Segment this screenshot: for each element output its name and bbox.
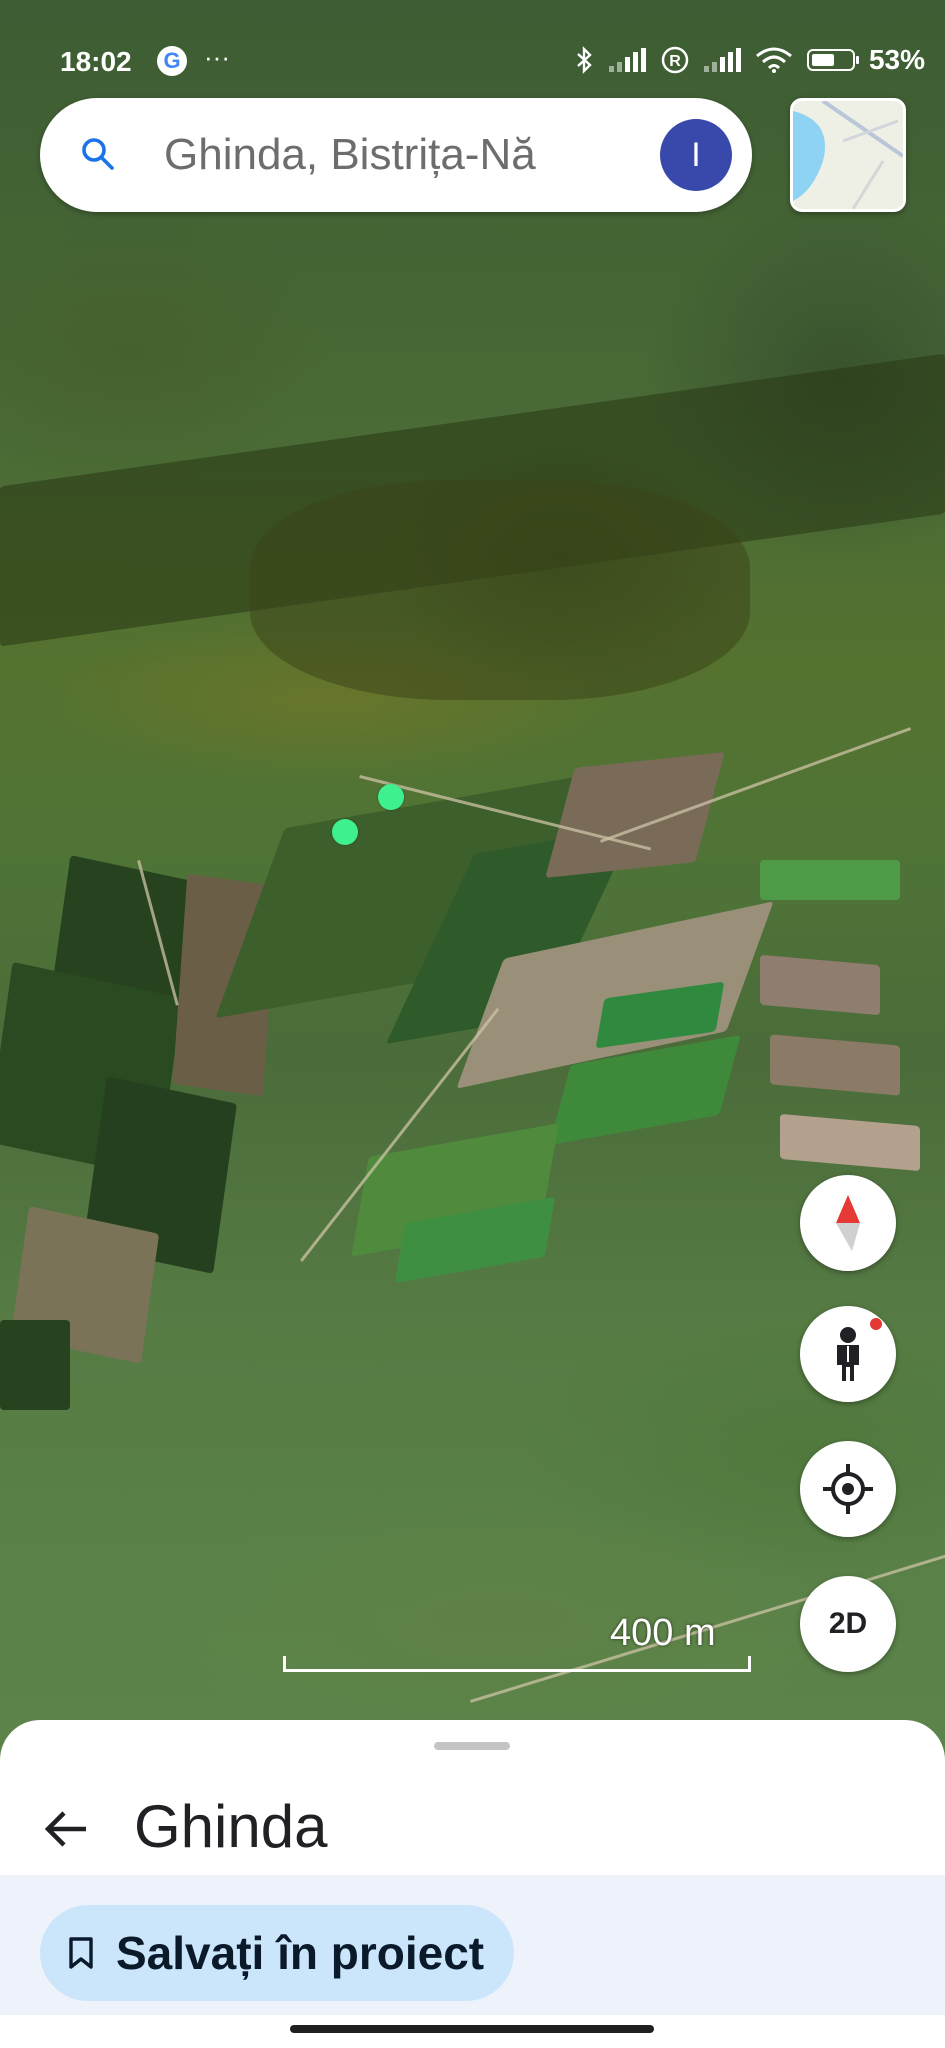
battery-percent: 53% <box>868 44 925 75</box>
back-arrow-icon[interactable] <box>44 1806 90 1852</box>
search-icon[interactable] <box>80 136 116 172</box>
field-plot <box>0 1320 70 1410</box>
battery-icon <box>806 49 859 71</box>
bluetooth-icon <box>577 46 592 74</box>
roaming-icon: R <box>661 46 689 74</box>
map-layer-preview-icon <box>793 101 903 209</box>
google-icon: G <box>157 46 187 76</box>
status-bar: 18:02 G ··· R 53% <box>0 0 945 90</box>
my-location-button[interactable] <box>800 1441 896 1537</box>
view-mode-button[interactable]: 2D <box>800 1576 896 1672</box>
field-plot <box>545 752 725 878</box>
svg-text:R: R <box>669 53 681 70</box>
compass-icon <box>836 1195 860 1251</box>
place-bottom-sheet[interactable]: Ghinda Salvați în proiect <box>0 1720 945 2048</box>
home-indicator[interactable] <box>290 2025 654 2033</box>
location-marker[interactable] <box>332 819 358 845</box>
place-title: Ghinda <box>134 1793 328 1860</box>
scale-bar <box>283 1656 751 1672</box>
status-time: 18:02 <box>60 46 132 77</box>
field-plot <box>760 860 900 900</box>
save-to-project-label: Salvați în proiect <box>116 1927 485 1979</box>
save-to-project-button[interactable]: Salvați în proiect <box>40 1905 515 2001</box>
location-marker[interactable] <box>378 784 404 810</box>
status-icons: R 53% <box>575 44 925 76</box>
forest-area <box>250 480 750 700</box>
signal-icon <box>703 48 741 72</box>
street-view-button[interactable] <box>800 1306 896 1402</box>
bookmark-icon <box>69 1937 93 1969</box>
compass-button[interactable] <box>800 1175 896 1271</box>
signal-icon <box>608 48 646 72</box>
pegman-icon <box>837 1327 859 1381</box>
wifi-icon <box>756 47 792 73</box>
field-plot <box>780 1113 920 1172</box>
sheet-drag-handle[interactable] <box>434 1742 510 1750</box>
more-notifications-icon: ··· <box>204 42 230 72</box>
notification-dot <box>870 1318 882 1330</box>
search-query[interactable]: Ghinda, Bistrița-Nă <box>164 130 664 180</box>
my-location-icon <box>823 1464 873 1514</box>
search-bar[interactable]: Ghinda, Bistrița-Nă I <box>40 98 752 212</box>
scale-label: 400 m <box>610 1612 716 1654</box>
field-plot <box>770 1034 900 1096</box>
field-plot <box>760 954 880 1016</box>
map-layer-thumbnail[interactable] <box>790 98 906 212</box>
account-avatar[interactable]: I <box>660 119 732 191</box>
